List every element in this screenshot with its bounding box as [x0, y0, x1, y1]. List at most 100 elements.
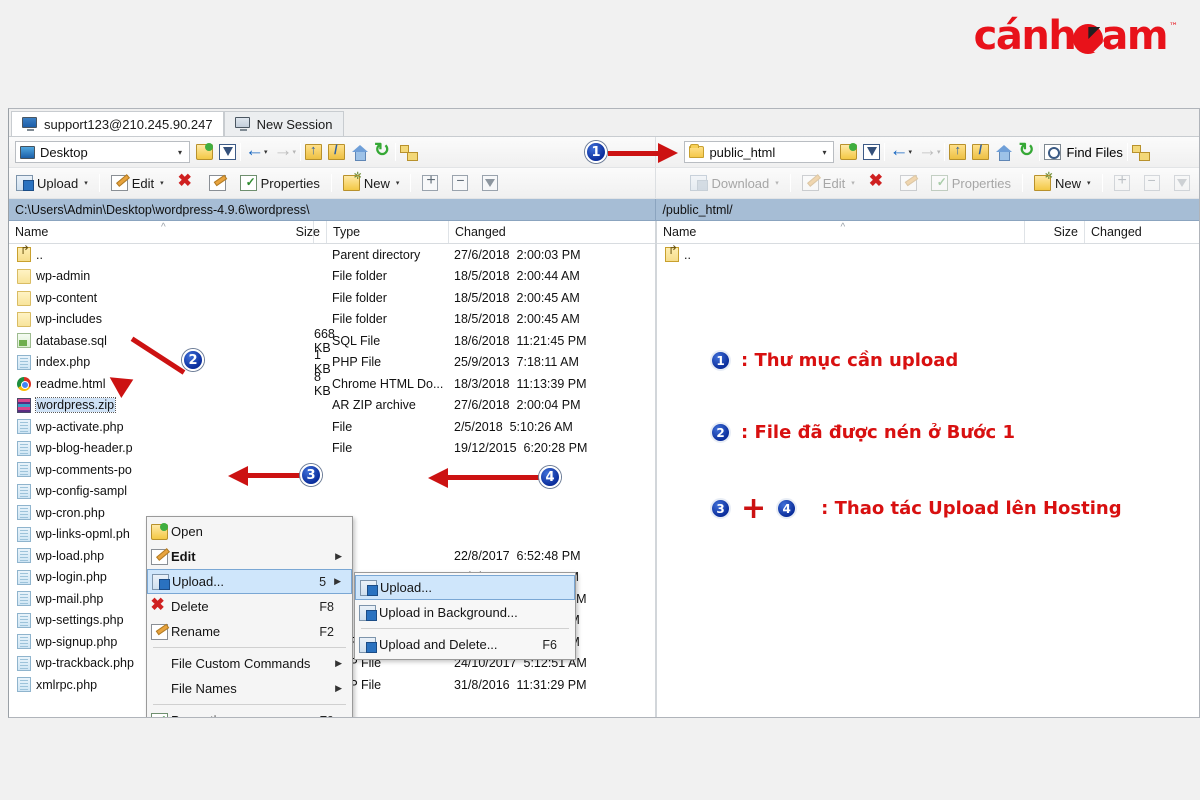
legend-badge-1: 1	[710, 350, 731, 371]
chevron-down-icon[interactable]: ▾	[1087, 179, 1091, 187]
menu-item-properties[interactable]: PropertiesF9	[147, 708, 352, 717]
edit-button[interactable]: Edit ▾	[105, 171, 170, 196]
menu-item-shortcut: F8	[319, 599, 334, 614]
open-directory-icon[interactable]	[840, 143, 858, 160]
column-header-name[interactable]: Name ^	[9, 221, 314, 243]
right-path-combo[interactable]: public_html ▾	[684, 141, 835, 163]
menu-item-edit[interactable]: Edit ▶	[147, 544, 352, 569]
chevron-down-icon[interactable]: ▾	[173, 148, 187, 157]
directory-tree-icon[interactable]	[400, 144, 419, 161]
menu-item-label: Upload...	[172, 574, 225, 589]
edit-icon	[110, 175, 128, 191]
refresh-icon[interactable]	[1018, 139, 1035, 162]
new-button[interactable]: New ▾	[1028, 171, 1097, 196]
table-row[interactable]: wp-activate.php File 2/5/2018 5:10:26 AM	[9, 416, 655, 438]
php-file-icon	[17, 634, 31, 650]
edit-icon	[801, 175, 819, 191]
upload-button[interactable]: Upload ▾	[10, 171, 94, 196]
menu-item-shortcut: F6	[542, 637, 557, 652]
folder-file-icon	[17, 290, 31, 306]
back-arrow-icon[interactable]	[245, 140, 264, 162]
rename-button[interactable]	[203, 171, 232, 196]
parent-file-icon	[17, 247, 31, 263]
refresh-icon[interactable]	[374, 139, 391, 162]
parent-directory-icon[interactable]	[949, 142, 967, 160]
select-filter-button[interactable]	[476, 171, 504, 196]
filter-icon[interactable]	[219, 144, 236, 160]
column-header-changed[interactable]: Changed	[449, 221, 654, 243]
menu-item-open[interactable]: Open	[147, 519, 352, 544]
directory-tree-icon[interactable]	[1131, 144, 1150, 161]
chevron-down-icon[interactable]: ▾	[817, 148, 831, 157]
menu-item-file-custom-commands[interactable]: File Custom Commands ▶	[147, 651, 352, 676]
table-row[interactable]: database.sql 668 KB SQL File 18/6/2018 11:2…	[9, 327, 655, 355]
home-directory-icon[interactable]	[351, 144, 369, 161]
winscp-window: support123@210.245.90.247 New Session De…	[8, 108, 1200, 718]
upload-submenu[interactable]: Upload... Upload in Background... Upload a…	[354, 572, 576, 660]
command-toolbar: Upload ▾ Edit ▾ Properties	[9, 168, 1199, 199]
php-file-icon	[17, 440, 31, 456]
menu-item-icon-slot	[355, 604, 379, 621]
table-row[interactable]: wp-blog-header.p File 19/12/2015 6:20:28 P…	[9, 438, 655, 460]
root-directory-icon[interactable]	[972, 142, 990, 160]
select-minus-button[interactable]	[446, 171, 474, 196]
column-header-changed[interactable]: Changed	[1085, 221, 1195, 243]
open-directory-icon[interactable]	[196, 143, 213, 160]
file-name: ..	[36, 247, 43, 262]
column-header-type[interactable]: Type	[327, 221, 449, 243]
menu-item-rename[interactable]: Rename F2	[147, 619, 352, 644]
chevron-down-icon[interactable]: ▾	[160, 179, 164, 187]
back-dropdown-icon[interactable]: ▾	[908, 148, 912, 156]
back-dropdown-icon[interactable]: ▾	[264, 148, 268, 156]
file-context-menu[interactable]: Open Edit ▶ Upload... 5 ▶ Delete F8 Rename F2 File…	[146, 516, 353, 717]
properties-button[interactable]: Properties	[234, 171, 326, 196]
menu-item-file-names[interactable]: File Names ▶	[147, 676, 352, 701]
table-row[interactable]: index.php 1 KB PHP File 25/9/2013 7:18:11 A…	[9, 348, 655, 376]
menu-item-upload-in-background[interactable]: Upload in Background...	[355, 600, 575, 625]
new-button-label: New	[363, 175, 390, 191]
menu-item-upload[interactable]: Upload...	[355, 575, 575, 600]
table-row[interactable]: wp-content File folder 18/5/2018 2:00:45 A…	[9, 287, 655, 309]
tab-session-support123[interactable]: support123@210.245.90.247	[11, 111, 224, 136]
cell-name: wp-activate.php	[9, 419, 314, 435]
right-path-bar[interactable]: /public_html/	[656, 199, 1199, 221]
delete-button[interactable]	[863, 171, 892, 196]
table-row[interactable]: wordpress.zip AR ZIP archive 27/6/2018 2:0…	[9, 395, 655, 417]
file-name: readme.html	[36, 376, 106, 391]
tab-new-session[interactable]: New Session	[223, 111, 344, 136]
left-path-bar[interactable]: C:\Users\Admin\Desktop\wordpress-4.9.6\w…	[9, 199, 657, 221]
delete-button[interactable]	[172, 171, 201, 196]
screenshot-root: cánh am ™ support123@210.245.90.247 New …	[0, 0, 1200, 800]
table-row[interactable]: ..	[657, 244, 1199, 266]
root-directory-icon[interactable]	[328, 142, 346, 160]
table-row[interactable]: wp-admin File folder 18/5/2018 2:00:44 AM	[9, 266, 655, 288]
table-row[interactable]: .. Parent directory 27/6/2018 2:00:03 PM	[9, 244, 655, 266]
menu-item-upload[interactable]: Upload... 5 ▶	[147, 569, 352, 594]
chevron-down-icon[interactable]: ▾	[84, 179, 88, 187]
left-path-combo[interactable]: Desktop ▾	[15, 141, 190, 163]
menu-item-upload-and-delete[interactable]: Upload and Delete... F6	[355, 632, 575, 657]
menu-item-delete[interactable]: Delete F8	[147, 594, 352, 619]
legend-plus-icon: +	[741, 490, 767, 526]
forward-dropdown-icon: ▾	[292, 149, 297, 156]
annotation-marker-1: 1	[585, 141, 607, 163]
chevron-down-icon[interactable]: ▾	[396, 179, 400, 187]
monitor-icon	[22, 117, 38, 131]
cell-type: PHP File	[332, 355, 382, 370]
find-files-label[interactable]: Find Files	[1066, 145, 1122, 160]
filter-icon[interactable]	[863, 144, 881, 160]
folder-file-icon	[17, 269, 31, 285]
menu-item-shortcut: F2	[319, 624, 334, 639]
edit-button-label: Edit	[131, 175, 155, 191]
cell-type: File folder	[332, 312, 387, 327]
column-header-size[interactable]: Size	[296, 221, 327, 243]
select-plus-button[interactable]	[416, 171, 444, 196]
find-files-icon[interactable]	[1044, 144, 1062, 160]
column-header-name[interactable]: Name ^	[657, 221, 1025, 243]
home-directory-icon[interactable]	[995, 144, 1013, 161]
parent-directory-icon[interactable]	[305, 142, 323, 160]
php-file-icon	[17, 677, 31, 693]
back-arrow-icon[interactable]	[889, 140, 908, 162]
new-button[interactable]: New ▾	[337, 171, 406, 196]
column-header-size[interactable]: Size	[1025, 221, 1085, 243]
